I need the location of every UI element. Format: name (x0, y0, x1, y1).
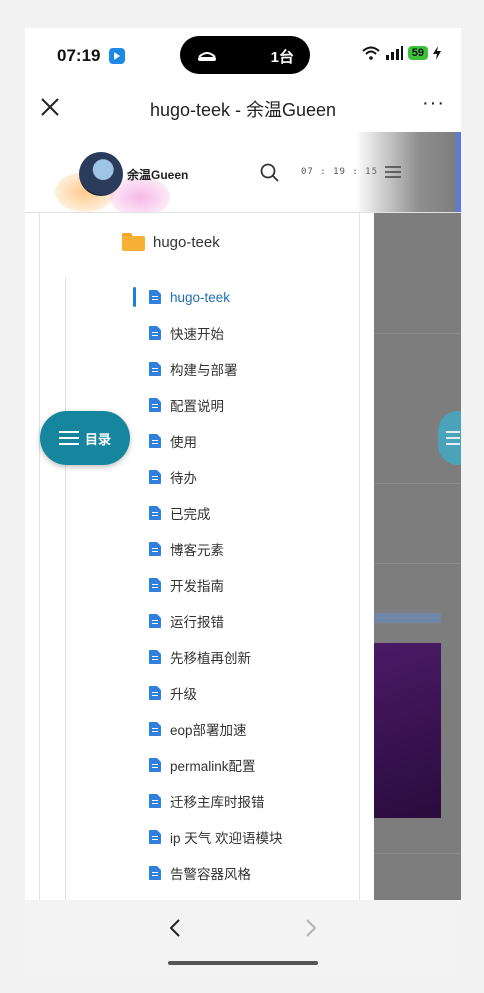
document-icon (149, 362, 161, 376)
status-bar: 07:19 1台 59 (25, 28, 461, 86)
sidebar-item-label: permalink配置 (170, 759, 256, 774)
sidebar-item[interactable]: permalink配置 (149, 755, 256, 775)
phone-screen: 07:19 1台 59 hugo-teek - 余温Gueen ··· 余温Gu… (25, 28, 461, 974)
dimmed-page-overlay[interactable] (374, 213, 461, 913)
sidebar-item-label: 博客元素 (170, 543, 224, 558)
document-icon (149, 614, 161, 628)
back-icon[interactable] (167, 916, 183, 940)
avatar[interactable] (79, 152, 123, 196)
folder-label: hugo-teek (153, 233, 220, 251)
sidebar-item-label: 使用 (170, 435, 197, 450)
document-icon (149, 686, 161, 700)
sidebar-item-label: ip 天气 欢迎语模块 (170, 831, 283, 846)
folder-hugo-teek[interactable]: hugo-teek (122, 233, 220, 251)
document-icon (149, 290, 161, 304)
sidebar-item[interactable]: 构建与部署 (149, 359, 238, 379)
document-icon (149, 578, 161, 592)
list-icon (58, 431, 79, 445)
sidebar-item[interactable]: 博客元素 (149, 539, 224, 559)
divider (374, 483, 461, 484)
sidebar-item-label: 运行报错 (170, 615, 224, 630)
divider (359, 213, 360, 913)
toc-button-label: 目录 (84, 431, 111, 447)
sidebar-item-label: 升级 (170, 687, 197, 702)
folder-icon (122, 233, 145, 251)
document-icon (149, 830, 161, 844)
divider (374, 333, 461, 334)
battery-icon: 59 (407, 46, 428, 60)
toc-button-right[interactable] (438, 411, 461, 465)
sidebar-item[interactable]: hugo-teek (149, 287, 230, 307)
sidebar-item-label: 迁移主库时报错 (170, 795, 265, 810)
tree-guide-line (65, 277, 66, 913)
wifi-icon (362, 46, 380, 60)
divider (374, 563, 461, 564)
document-icon (149, 470, 161, 484)
divider (374, 853, 461, 854)
document-icon (149, 650, 161, 664)
home-indicator[interactable] (168, 961, 318, 965)
charging-icon (433, 46, 441, 60)
sidebar-item-label: 配置说明 (170, 399, 224, 414)
document-icon (149, 326, 161, 340)
sidebar-item[interactable]: ip 天气 欢迎语模块 (149, 827, 283, 847)
document-icon (149, 866, 161, 880)
sidebar-item-label: 告警容器风格 (170, 867, 251, 882)
sidebar-item-label: 已完成 (170, 507, 211, 522)
document-icon (149, 506, 161, 520)
forward-icon[interactable] (303, 916, 319, 940)
document-icon (149, 434, 161, 448)
page-title: hugo-teek - 余温Gueen (149, 100, 337, 120)
sidebar-item[interactable]: 先移植再创新 (149, 647, 251, 667)
sidebar-item-label: 开发指南 (170, 579, 224, 594)
edge-stripe (456, 132, 461, 212)
content-image (374, 643, 441, 818)
sidebar-item[interactable]: 使用 (149, 431, 197, 451)
sidebar-item-label: 先移植再创新 (170, 651, 251, 666)
sidebar-item-label: 构建与部署 (170, 363, 238, 378)
divider (39, 213, 40, 913)
signal-icon (385, 46, 403, 60)
sidebar-item[interactable]: 配置说明 (149, 395, 224, 415)
status-icons: 59 (362, 46, 441, 60)
car-icon (198, 52, 216, 61)
browser-bottom-bar (25, 900, 461, 974)
document-icon (149, 794, 161, 808)
dynamic-island[interactable]: 1台 (180, 36, 310, 74)
search-icon[interactable] (259, 162, 281, 184)
sidebar-item[interactable]: 开发指南 (149, 575, 224, 595)
sidebar-item-label: 快速开始 (170, 327, 224, 342)
toc-button[interactable]: 目录 (40, 411, 130, 465)
sidebar-tree: hugo-teek hugo-teek 快速开始 构建与部署 配置说明 使用 待… (25, 213, 374, 913)
sidebar-item[interactable]: 快速开始 (149, 323, 224, 343)
site-name[interactable]: 余温Gueen (127, 166, 188, 183)
sidebar-item[interactable]: 已完成 (149, 503, 211, 523)
sidebar-item-label: hugo-teek (170, 289, 231, 305)
sidebar-item[interactable]: 迁移主库时报错 (149, 791, 265, 811)
blog-header: 余温Gueen 07 : 19 : 15 (25, 132, 461, 213)
status-time: 07:19 (57, 46, 101, 65)
menu-icon[interactable] (385, 166, 401, 178)
document-icon (149, 722, 161, 736)
active-indicator (133, 287, 136, 307)
document-icon (149, 542, 161, 556)
document-icon (149, 758, 161, 772)
document-icon (149, 398, 161, 412)
sidebar-item-label: eop部署加速 (170, 723, 247, 738)
content-strip (374, 613, 441, 623)
drawer-overlay[interactable] (355, 132, 461, 212)
browser-navbar: hugo-teek - 余温Gueen ··· (25, 86, 461, 130)
more-options-button[interactable]: ··· (422, 92, 445, 115)
sidebar-item[interactable]: 告警容器风格 (149, 863, 251, 883)
sidebar-item[interactable]: eop部署加速 (149, 719, 247, 739)
sidebar-item[interactable]: 待办 (149, 467, 197, 487)
app-notification-icon (109, 48, 125, 64)
island-count: 1台 (270, 49, 294, 66)
sidebar-item-label: 待办 (170, 471, 197, 486)
sidebar-item[interactable]: 升级 (149, 683, 197, 703)
sidebar-item[interactable]: 运行报错 (149, 611, 224, 631)
